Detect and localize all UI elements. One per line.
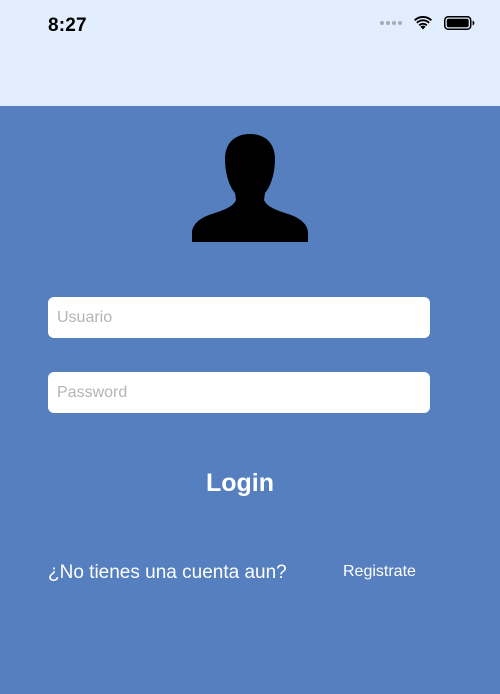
user-silhouette-icon <box>190 133 310 243</box>
no-account-text: ¿No tienes una cuenta aun? <box>48 562 287 583</box>
status-time: 8:27 <box>48 15 87 36</box>
username-input[interactable] <box>48 297 430 338</box>
battery-icon <box>444 16 475 30</box>
wifi-icon <box>414 16 432 30</box>
login-button[interactable]: Login <box>150 462 330 504</box>
login-screen: 8:27 Usuario Login ¿No tienes una cuenta… <box>0 0 500 694</box>
password-input[interactable] <box>48 372 430 413</box>
register-link[interactable]: Registrate <box>343 563 416 581</box>
status-bar: 8:27 <box>0 0 500 106</box>
signal-dots-icon <box>380 21 402 25</box>
status-icons <box>380 16 475 30</box>
